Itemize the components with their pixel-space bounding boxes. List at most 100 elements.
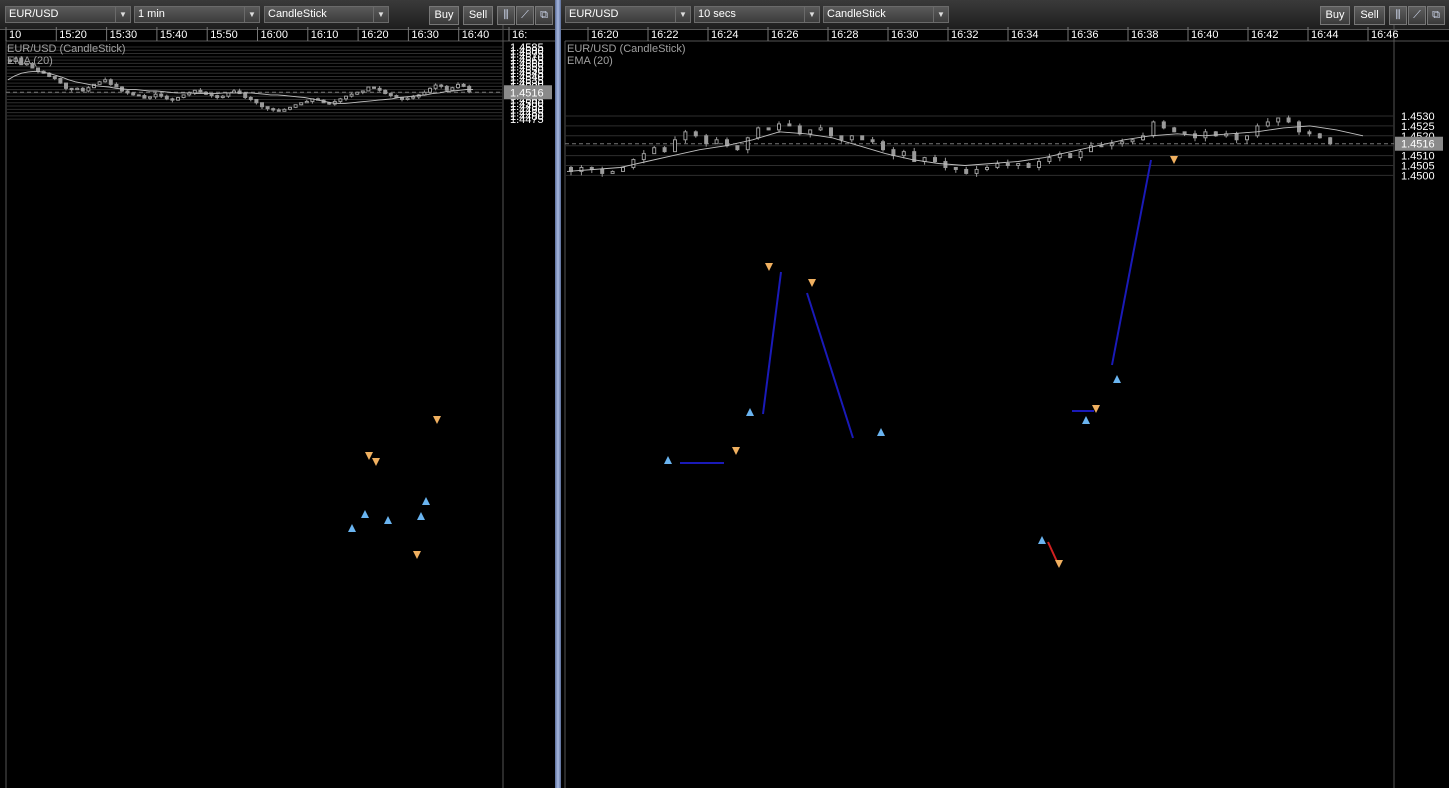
sell-marker-icon (808, 279, 816, 287)
time-tick-label: 16:20 (591, 29, 619, 41)
candle-body (97, 81, 102, 85)
candle-body (36, 67, 40, 72)
sell-marker-icon (1170, 156, 1178, 164)
left-price-axis: 1.45851.45801.45751.45701.45651.45601.45… (504, 42, 552, 126)
time-tick-label: 16:34 (1011, 29, 1039, 41)
candle-body (58, 77, 63, 84)
buy-marker-icon (348, 524, 356, 532)
buy-marker-icon (664, 456, 672, 464)
sell-marker-icon (413, 551, 421, 559)
candle-body (891, 149, 896, 157)
candle-body (192, 89, 197, 94)
candle-body (456, 83, 460, 89)
left-chart-window: EUR/USD ▼ 1 min ▼ CandleStick ▼ Buy Sell… (0, 0, 555, 788)
candle-body (1317, 133, 1322, 139)
sell-marker-icon (433, 416, 441, 424)
candle-body (372, 86, 376, 89)
buy-marker-icon (384, 516, 392, 524)
candle-body (1161, 121, 1166, 129)
right-candlestick-chart[interactable]: 1.45301.45251.45201.45151.45101.45051.45… (561, 0, 1449, 788)
candle-body (1265, 121, 1270, 127)
time-tick-label: 16:00 (261, 29, 289, 41)
candle-body (198, 89, 203, 93)
candle-body (964, 168, 969, 174)
candle-body (52, 76, 57, 79)
time-tick-label: 16: (512, 29, 527, 41)
buy-marker-icon (1113, 375, 1121, 383)
candle-body (80, 87, 85, 92)
time-tick-label: 16:28 (831, 29, 859, 41)
candle-body (1078, 151, 1083, 159)
candle-body (1193, 133, 1197, 139)
sell-marker-icon (365, 452, 373, 460)
candle-body (860, 135, 865, 141)
candle-body (226, 92, 231, 97)
time-tick-label: 16:38 (1131, 29, 1159, 41)
time-tick-label: 15:20 (59, 29, 87, 41)
price-tick-label: 1.4475 (510, 114, 544, 126)
candle-body (985, 166, 989, 170)
left-grid (5, 25, 555, 788)
candle-body (714, 139, 719, 145)
candle-body (400, 97, 404, 100)
candle-body (849, 135, 854, 141)
candle-body (1172, 127, 1177, 133)
candle-body (366, 86, 371, 92)
candle-body (360, 90, 365, 93)
time-tick-label: 16:42 (1251, 29, 1279, 41)
candle-body (209, 93, 214, 97)
candle-body (64, 82, 68, 89)
candle-body (1037, 161, 1041, 168)
buy-marker-icon (877, 428, 885, 436)
candle-body (1120, 141, 1125, 145)
candle-body (777, 123, 781, 131)
candle-body (1099, 145, 1104, 148)
candle-body (735, 145, 740, 151)
candle-body (450, 87, 455, 91)
buy-marker-icon (1082, 416, 1090, 424)
time-tick-label: 16:36 (1071, 29, 1099, 41)
candle-body (170, 98, 175, 101)
candle-body (344, 95, 348, 100)
candle-body (995, 163, 1000, 168)
candle-body (818, 127, 823, 131)
candle-body (467, 85, 472, 93)
candle-body (377, 87, 382, 91)
candle-body (621, 166, 625, 172)
candle-body (444, 85, 449, 91)
candle-body (271, 108, 276, 111)
candle-body (282, 108, 287, 112)
candle-body (725, 139, 729, 147)
trend-line (1111, 159, 1152, 366)
candle-body (610, 170, 615, 174)
candle-body (215, 95, 220, 99)
time-tick-label: 16:40 (462, 29, 490, 41)
candle-body (293, 104, 298, 108)
candle-body (870, 139, 875, 143)
last-price-label: 1.4516 (510, 87, 544, 99)
sell-marker-icon (1055, 560, 1063, 568)
sell-marker-icon (732, 447, 740, 455)
time-tick-label: 16:44 (1311, 29, 1339, 41)
candle-body (349, 93, 354, 97)
candle-body (288, 106, 292, 110)
candle-body (704, 135, 709, 145)
last-price-label: 1.4516 (1401, 139, 1435, 151)
candle-body (411, 96, 416, 99)
candle-body (405, 97, 410, 100)
time-tick-label: 16:46 (1371, 29, 1399, 41)
candle-body (1130, 139, 1135, 143)
candle-body (1109, 143, 1114, 147)
left-candlestick-chart[interactable]: 1.45851.45801.45751.45701.45651.45601.45… (0, 0, 555, 788)
candle-body (164, 95, 169, 100)
candle-body (108, 79, 113, 85)
candle-body (808, 129, 813, 135)
candle-body (1276, 117, 1281, 123)
time-tick-label: 16:26 (771, 29, 799, 41)
right-legend-series: EUR/USD (CandleStick) (567, 43, 686, 55)
candle-body (1307, 131, 1312, 135)
candle-body (338, 98, 343, 102)
sell-marker-icon (765, 263, 773, 271)
left-trade-markers (348, 416, 441, 559)
right-legend-indicator: EMA (20) (567, 55, 613, 67)
